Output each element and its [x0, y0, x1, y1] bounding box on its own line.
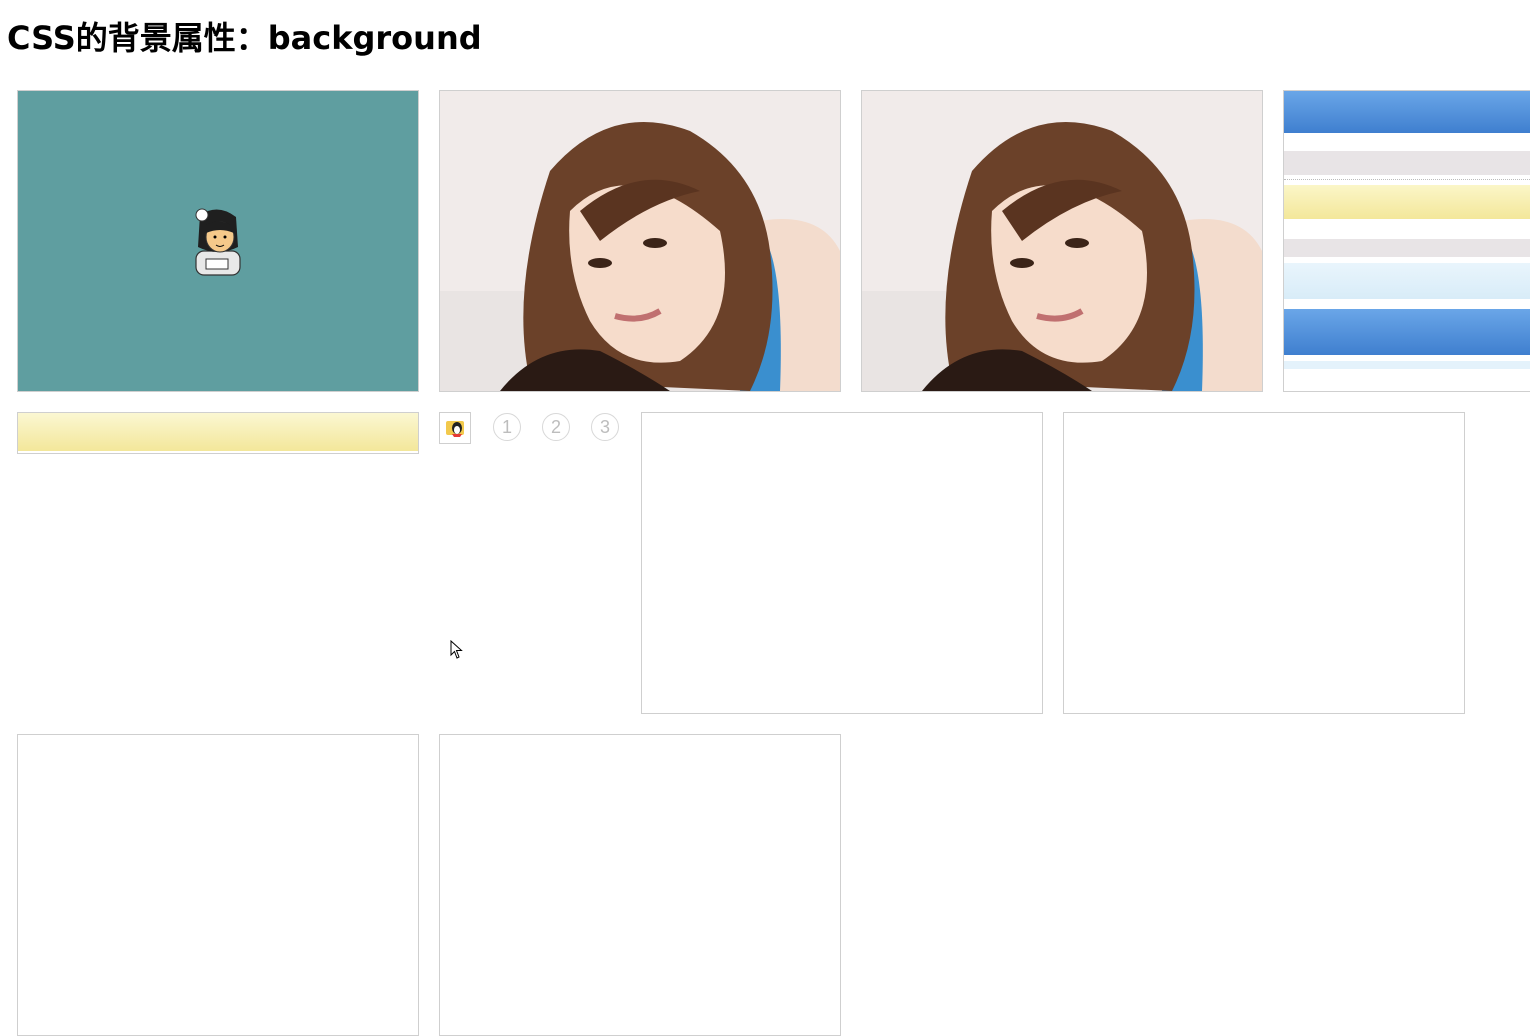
page-title: CSS的背景属性：background: [7, 19, 482, 57]
blue-stripe: [1284, 309, 1530, 355]
qq-penguin-icon: [439, 412, 471, 444]
yellow-stripe-box: [17, 412, 419, 454]
portrait-image-box: [439, 90, 841, 392]
stripe-sprite-box: [1283, 90, 1530, 392]
background-color-box: [17, 90, 419, 392]
portrait-photo-image: [440, 91, 840, 391]
empty-box: [641, 412, 1043, 714]
empty-box: [17, 734, 419, 1036]
portrait-image-box: [861, 90, 1263, 392]
portrait-photo-image: [862, 91, 1262, 391]
cartoon-avatar-icon: [195, 208, 241, 276]
gray-stripe: [1284, 151, 1530, 175]
number-3-icon: 3: [591, 413, 619, 441]
light-blue-stripe: [1284, 263, 1530, 299]
light-blue-stripe: [1284, 361, 1530, 369]
mouse-cursor-icon: [450, 640, 463, 659]
number-2-icon: 2: [542, 413, 570, 441]
empty-box: [1063, 412, 1465, 714]
number-1-icon: 1: [493, 413, 521, 441]
gray-stripe: [1284, 239, 1530, 257]
yellow-stripe: [1284, 185, 1530, 219]
yellow-stripe: [18, 413, 418, 451]
blue-stripe: [1284, 91, 1530, 133]
empty-box: [439, 734, 841, 1036]
dotted-divider: [1284, 179, 1530, 180]
